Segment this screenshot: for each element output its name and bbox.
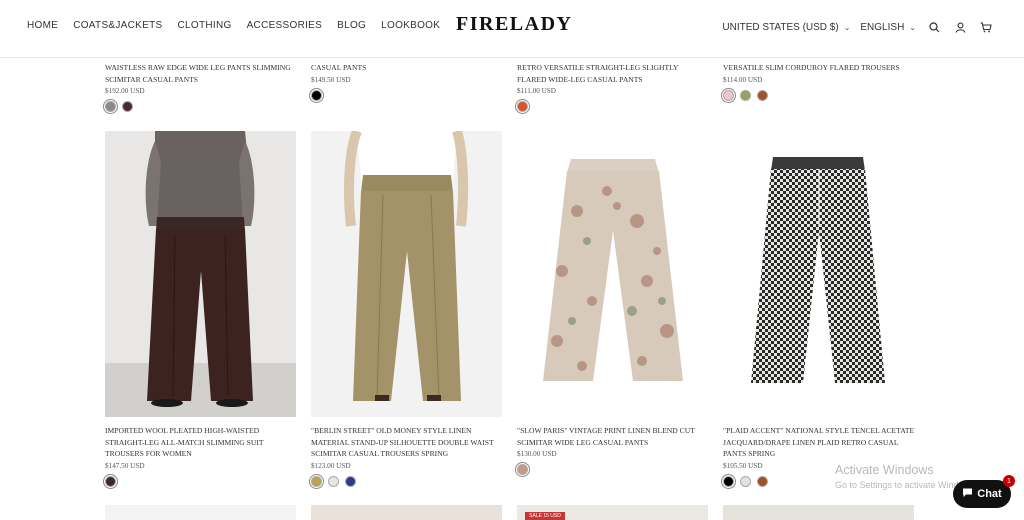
product-title[interactable]: VERSATILE SLIM CORDUROY FLARED TROUSERS bbox=[723, 62, 915, 74]
product-card[interactable]: CASUAL PANTS $149.50 USD bbox=[311, 62, 503, 101]
chat-notification-badge: 1 bbox=[1003, 475, 1015, 487]
color-swatch[interactable] bbox=[311, 475, 322, 487]
chat-label: Chat bbox=[977, 488, 1002, 500]
product-card[interactable]: WAISTLESS RAW EDGE WIDE LEG PANTS SLIMMI… bbox=[105, 62, 297, 112]
color-swatches bbox=[311, 89, 503, 101]
product-price: $130.00 USD bbox=[517, 450, 557, 458]
color-swatches bbox=[105, 475, 297, 487]
currency-selector[interactable]: UNITED STATES (USD $) ⌄ bbox=[722, 22, 850, 33]
product-card[interactable]: VERSATILE SLIM CORDUROY FLARED TROUSERS … bbox=[723, 62, 915, 101]
product-price: $123.00 USD bbox=[311, 461, 351, 470]
product-grid: WAISTLESS RAW EDGE WIDE LEG PANTS SLIMMI… bbox=[0, 0, 1024, 520]
language-label: ENGLISH bbox=[860, 21, 905, 33]
site-logo[interactable]: FIRELADY bbox=[456, 13, 572, 36]
color-swatches bbox=[517, 101, 709, 112]
site-header: HOME COATS&JACKETS CLOTHING ACCESSORIES … bbox=[0, 0, 1024, 58]
color-swatch[interactable] bbox=[757, 475, 768, 487]
product-card[interactable]: IMPORTED WOOL PLEATED HIGH-WAISTED STRAI… bbox=[105, 425, 297, 487]
main-nav: HOME COATS&JACKETS CLOTHING ACCESSORIES … bbox=[27, 20, 440, 31]
color-swatch[interactable] bbox=[345, 475, 356, 487]
product-image[interactable] bbox=[105, 505, 296, 520]
color-swatch[interactable] bbox=[740, 475, 751, 487]
product-title[interactable]: "SLOW PARIS" VINTAGE PRINT LINEN BLEND C… bbox=[517, 425, 709, 448]
product-title[interactable]: RETRO VERSATILE STRAIGHT-LEG SLIGHTLY FL… bbox=[517, 62, 709, 85]
color-swatch[interactable] bbox=[740, 89, 751, 101]
language-selector[interactable]: ENGLISH ⌄ bbox=[860, 22, 916, 33]
product-image[interactable] bbox=[723, 505, 914, 520]
nav-accessories[interactable]: ACCESSORIES bbox=[247, 20, 323, 31]
color-swatches bbox=[311, 475, 503, 487]
color-swatch[interactable] bbox=[517, 101, 528, 112]
product-title[interactable]: CASUAL PANTS bbox=[311, 62, 503, 74]
product-card[interactable]: "BERLIN STREET" OLD MONEY STYLE LINEN MA… bbox=[311, 425, 503, 487]
nav-clothing[interactable]: CLOTHING bbox=[178, 20, 232, 31]
color-swatch[interactable] bbox=[328, 475, 339, 487]
activate-title: Activate Windows bbox=[835, 463, 934, 477]
product-image[interactable] bbox=[311, 131, 502, 417]
color-swatches bbox=[105, 101, 297, 112]
color-swatch[interactable] bbox=[517, 464, 528, 475]
product-price: $111.00 USD bbox=[517, 87, 557, 95]
account-icon[interactable] bbox=[952, 19, 968, 35]
product-card[interactable]: RETRO VERSATILE STRAIGHT-LEG SLIGHTLY FL… bbox=[517, 62, 709, 112]
product-price: $147.50 USD bbox=[105, 461, 145, 470]
header-tools: UNITED STATES (USD $) ⌄ ENGLISH ⌄ bbox=[722, 19, 994, 35]
product-image[interactable] bbox=[105, 131, 296, 417]
nav-blog[interactable]: BLOG bbox=[337, 20, 366, 31]
chevron-down-icon: ⌄ bbox=[843, 22, 851, 32]
sale-badge: SALE 15 USD bbox=[525, 512, 565, 520]
color-swatch[interactable] bbox=[723, 89, 734, 101]
product-image[interactable] bbox=[723, 131, 914, 417]
product-title[interactable]: "PLAID ACCENT" NATIONAL STYLE TENCEL ACE… bbox=[723, 425, 915, 460]
color-swatches bbox=[723, 89, 915, 101]
cart-icon[interactable] bbox=[978, 19, 994, 35]
color-swatch[interactable] bbox=[757, 89, 768, 101]
currency-label: UNITED STATES (USD $) bbox=[722, 21, 839, 33]
product-image[interactable] bbox=[311, 505, 502, 520]
color-swatches bbox=[517, 464, 709, 475]
color-swatch[interactable] bbox=[723, 475, 734, 487]
product-price: $192.00 USD bbox=[105, 87, 145, 95]
product-title[interactable]: "BERLIN STREET" OLD MONEY STYLE LINEN MA… bbox=[311, 425, 503, 460]
search-icon[interactable] bbox=[926, 19, 942, 35]
product-price: $149.50 USD bbox=[311, 75, 351, 84]
product-price: $114.00 USD bbox=[723, 75, 763, 84]
product-title[interactable]: IMPORTED WOOL PLEATED HIGH-WAISTED STRAI… bbox=[105, 425, 297, 460]
product-title[interactable]: WAISTLESS RAW EDGE WIDE LEG PANTS SLIMMI… bbox=[105, 62, 297, 85]
nav-lookbook[interactable]: LOOKBOOK bbox=[381, 20, 440, 31]
chevron-down-icon: ⌄ bbox=[909, 22, 916, 32]
color-swatch[interactable] bbox=[122, 101, 133, 112]
product-card[interactable]: "SLOW PARIS" VINTAGE PRINT LINEN BLEND C… bbox=[517, 425, 709, 475]
color-swatch[interactable] bbox=[311, 89, 322, 101]
chat-button[interactable]: Chat bbox=[953, 480, 1011, 508]
nav-home[interactable]: HOME bbox=[27, 20, 58, 31]
color-swatch[interactable] bbox=[105, 101, 116, 112]
product-image[interactable] bbox=[517, 131, 708, 417]
nav-coats-jackets[interactable]: COATS&JACKETS bbox=[73, 20, 162, 31]
chat-bubble-icon bbox=[962, 487, 973, 501]
color-swatch[interactable] bbox=[105, 475, 116, 487]
